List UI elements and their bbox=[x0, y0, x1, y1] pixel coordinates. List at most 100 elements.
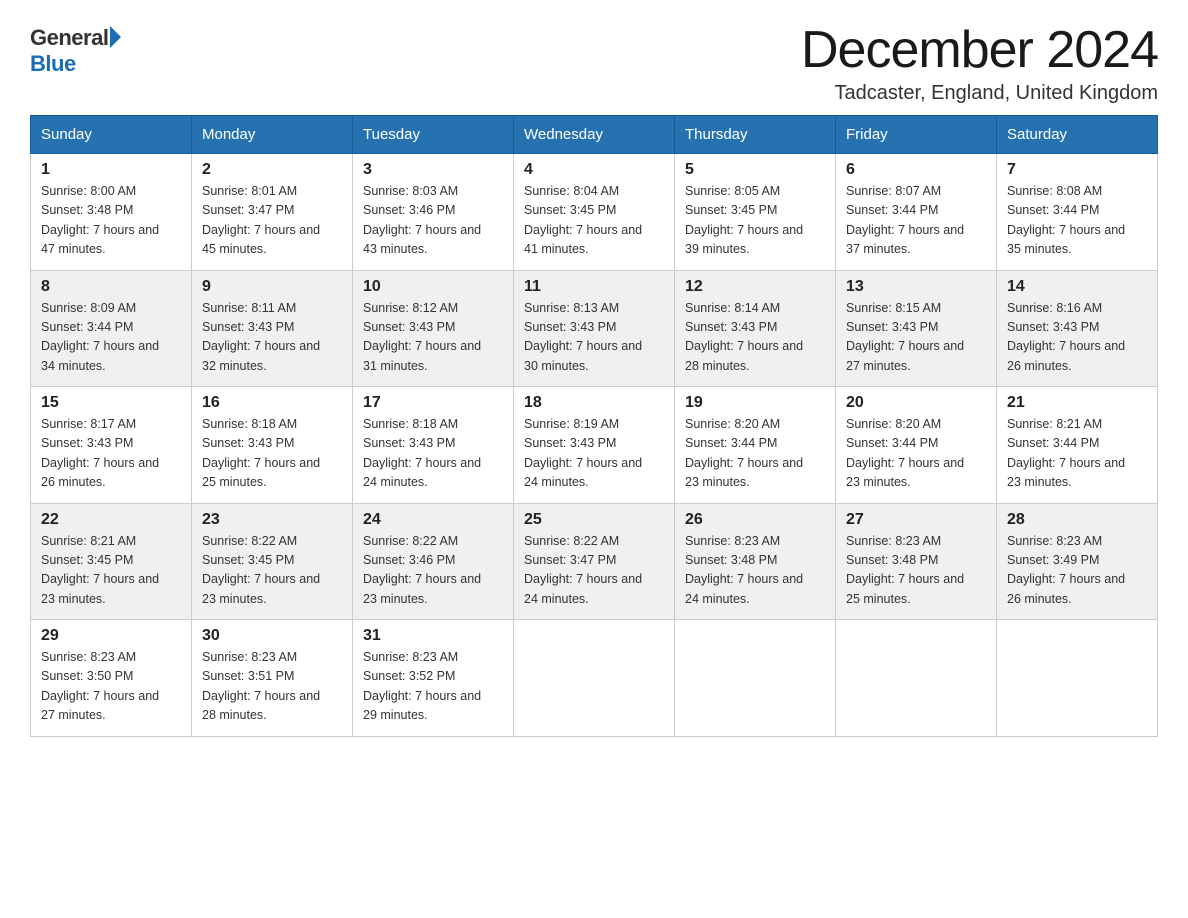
table-row: 9 Sunrise: 8:11 AMSunset: 3:43 PMDayligh… bbox=[192, 270, 353, 387]
header-tuesday: Tuesday bbox=[353, 116, 514, 154]
table-row: 27 Sunrise: 8:23 AMSunset: 3:48 PMDaylig… bbox=[836, 503, 997, 620]
day-info: Sunrise: 8:23 AMSunset: 3:50 PMDaylight:… bbox=[41, 648, 181, 726]
day-number: 27 bbox=[846, 511, 986, 529]
day-info: Sunrise: 8:23 AMSunset: 3:49 PMDaylight:… bbox=[1007, 532, 1147, 610]
day-number: 2 bbox=[202, 161, 342, 179]
day-number: 5 bbox=[685, 161, 825, 179]
table-row bbox=[514, 620, 675, 737]
table-row: 31 Sunrise: 8:23 AMSunset: 3:52 PMDaylig… bbox=[353, 620, 514, 737]
day-number: 31 bbox=[363, 627, 503, 645]
table-row: 12 Sunrise: 8:14 AMSunset: 3:43 PMDaylig… bbox=[675, 270, 836, 387]
header-saturday: Saturday bbox=[997, 116, 1158, 154]
day-info: Sunrise: 8:13 AMSunset: 3:43 PMDaylight:… bbox=[524, 299, 664, 377]
day-number: 7 bbox=[1007, 161, 1147, 179]
day-number: 18 bbox=[524, 394, 664, 412]
month-title: December 2024 bbox=[801, 20, 1158, 80]
day-info: Sunrise: 8:07 AMSunset: 3:44 PMDaylight:… bbox=[846, 182, 986, 260]
title-area: December 2024 Tadcaster, England, United… bbox=[801, 20, 1158, 105]
table-row: 2 Sunrise: 8:01 AMSunset: 3:47 PMDayligh… bbox=[192, 154, 353, 271]
day-info: Sunrise: 8:20 AMSunset: 3:44 PMDaylight:… bbox=[846, 415, 986, 493]
table-row: 24 Sunrise: 8:22 AMSunset: 3:46 PMDaylig… bbox=[353, 503, 514, 620]
day-info: Sunrise: 8:23 AMSunset: 3:52 PMDaylight:… bbox=[363, 648, 503, 726]
calendar-week-row: 8 Sunrise: 8:09 AMSunset: 3:44 PMDayligh… bbox=[31, 270, 1158, 387]
day-info: Sunrise: 8:14 AMSunset: 3:43 PMDaylight:… bbox=[685, 299, 825, 377]
day-info: Sunrise: 8:09 AMSunset: 3:44 PMDaylight:… bbox=[41, 299, 181, 377]
calendar-week-row: 1 Sunrise: 8:00 AMSunset: 3:48 PMDayligh… bbox=[31, 154, 1158, 271]
logo-arrow-icon bbox=[110, 26, 121, 48]
table-row bbox=[675, 620, 836, 737]
logo: General Blue bbox=[30, 20, 121, 77]
table-row: 10 Sunrise: 8:12 AMSunset: 3:43 PMDaylig… bbox=[353, 270, 514, 387]
day-info: Sunrise: 8:21 AMSunset: 3:44 PMDaylight:… bbox=[1007, 415, 1147, 493]
table-row: 11 Sunrise: 8:13 AMSunset: 3:43 PMDaylig… bbox=[514, 270, 675, 387]
day-info: Sunrise: 8:22 AMSunset: 3:46 PMDaylight:… bbox=[363, 532, 503, 610]
day-info: Sunrise: 8:23 AMSunset: 3:48 PMDaylight:… bbox=[846, 532, 986, 610]
day-info: Sunrise: 8:17 AMSunset: 3:43 PMDaylight:… bbox=[41, 415, 181, 493]
table-row: 3 Sunrise: 8:03 AMSunset: 3:46 PMDayligh… bbox=[353, 154, 514, 271]
table-row: 17 Sunrise: 8:18 AMSunset: 3:43 PMDaylig… bbox=[353, 387, 514, 504]
day-number: 9 bbox=[202, 278, 342, 296]
table-row: 16 Sunrise: 8:18 AMSunset: 3:43 PMDaylig… bbox=[192, 387, 353, 504]
day-info: Sunrise: 8:23 AMSunset: 3:51 PMDaylight:… bbox=[202, 648, 342, 726]
day-number: 25 bbox=[524, 511, 664, 529]
day-info: Sunrise: 8:04 AMSunset: 3:45 PMDaylight:… bbox=[524, 182, 664, 260]
day-number: 14 bbox=[1007, 278, 1147, 296]
header-sunday: Sunday bbox=[31, 116, 192, 154]
table-row: 22 Sunrise: 8:21 AMSunset: 3:45 PMDaylig… bbox=[31, 503, 192, 620]
header-wednesday: Wednesday bbox=[514, 116, 675, 154]
day-info: Sunrise: 8:05 AMSunset: 3:45 PMDaylight:… bbox=[685, 182, 825, 260]
header-friday: Friday bbox=[836, 116, 997, 154]
table-row: 1 Sunrise: 8:00 AMSunset: 3:48 PMDayligh… bbox=[31, 154, 192, 271]
day-info: Sunrise: 8:22 AMSunset: 3:45 PMDaylight:… bbox=[202, 532, 342, 610]
day-number: 20 bbox=[846, 394, 986, 412]
calendar-week-row: 29 Sunrise: 8:23 AMSunset: 3:50 PMDaylig… bbox=[31, 620, 1158, 737]
header-monday: Monday bbox=[192, 116, 353, 154]
table-row: 7 Sunrise: 8:08 AMSunset: 3:44 PMDayligh… bbox=[997, 154, 1158, 271]
day-number: 17 bbox=[363, 394, 503, 412]
weekday-header-row: Sunday Monday Tuesday Wednesday Thursday… bbox=[31, 116, 1158, 154]
day-number: 13 bbox=[846, 278, 986, 296]
day-info: Sunrise: 8:01 AMSunset: 3:47 PMDaylight:… bbox=[202, 182, 342, 260]
day-number: 28 bbox=[1007, 511, 1147, 529]
day-info: Sunrise: 8:21 AMSunset: 3:45 PMDaylight:… bbox=[41, 532, 181, 610]
day-number: 11 bbox=[524, 278, 664, 296]
day-info: Sunrise: 8:18 AMSunset: 3:43 PMDaylight:… bbox=[363, 415, 503, 493]
logo-blue-text: Blue bbox=[30, 51, 76, 77]
calendar-week-row: 22 Sunrise: 8:21 AMSunset: 3:45 PMDaylig… bbox=[31, 503, 1158, 620]
table-row: 26 Sunrise: 8:23 AMSunset: 3:48 PMDaylig… bbox=[675, 503, 836, 620]
table-row: 5 Sunrise: 8:05 AMSunset: 3:45 PMDayligh… bbox=[675, 154, 836, 271]
day-info: Sunrise: 8:00 AMSunset: 3:48 PMDaylight:… bbox=[41, 182, 181, 260]
day-number: 21 bbox=[1007, 394, 1147, 412]
day-number: 24 bbox=[363, 511, 503, 529]
day-number: 23 bbox=[202, 511, 342, 529]
day-number: 16 bbox=[202, 394, 342, 412]
day-number: 19 bbox=[685, 394, 825, 412]
day-number: 4 bbox=[524, 161, 664, 179]
table-row: 29 Sunrise: 8:23 AMSunset: 3:50 PMDaylig… bbox=[31, 620, 192, 737]
page-header: General Blue December 2024 Tadcaster, En… bbox=[30, 20, 1158, 105]
header-thursday: Thursday bbox=[675, 116, 836, 154]
day-info: Sunrise: 8:20 AMSunset: 3:44 PMDaylight:… bbox=[685, 415, 825, 493]
table-row: 6 Sunrise: 8:07 AMSunset: 3:44 PMDayligh… bbox=[836, 154, 997, 271]
table-row: 8 Sunrise: 8:09 AMSunset: 3:44 PMDayligh… bbox=[31, 270, 192, 387]
day-info: Sunrise: 8:18 AMSunset: 3:43 PMDaylight:… bbox=[202, 415, 342, 493]
table-row bbox=[836, 620, 997, 737]
table-row: 20 Sunrise: 8:20 AMSunset: 3:44 PMDaylig… bbox=[836, 387, 997, 504]
day-info: Sunrise: 8:22 AMSunset: 3:47 PMDaylight:… bbox=[524, 532, 664, 610]
day-number: 29 bbox=[41, 627, 181, 645]
day-number: 26 bbox=[685, 511, 825, 529]
table-row: 19 Sunrise: 8:20 AMSunset: 3:44 PMDaylig… bbox=[675, 387, 836, 504]
table-row: 4 Sunrise: 8:04 AMSunset: 3:45 PMDayligh… bbox=[514, 154, 675, 271]
day-number: 30 bbox=[202, 627, 342, 645]
table-row: 30 Sunrise: 8:23 AMSunset: 3:51 PMDaylig… bbox=[192, 620, 353, 737]
table-row: 18 Sunrise: 8:19 AMSunset: 3:43 PMDaylig… bbox=[514, 387, 675, 504]
location-subtitle: Tadcaster, England, United Kingdom bbox=[801, 82, 1158, 105]
table-row: 14 Sunrise: 8:16 AMSunset: 3:43 PMDaylig… bbox=[997, 270, 1158, 387]
day-info: Sunrise: 8:16 AMSunset: 3:43 PMDaylight:… bbox=[1007, 299, 1147, 377]
day-number: 8 bbox=[41, 278, 181, 296]
calendar-week-row: 15 Sunrise: 8:17 AMSunset: 3:43 PMDaylig… bbox=[31, 387, 1158, 504]
day-number: 3 bbox=[363, 161, 503, 179]
day-info: Sunrise: 8:15 AMSunset: 3:43 PMDaylight:… bbox=[846, 299, 986, 377]
day-number: 22 bbox=[41, 511, 181, 529]
day-info: Sunrise: 8:23 AMSunset: 3:48 PMDaylight:… bbox=[685, 532, 825, 610]
